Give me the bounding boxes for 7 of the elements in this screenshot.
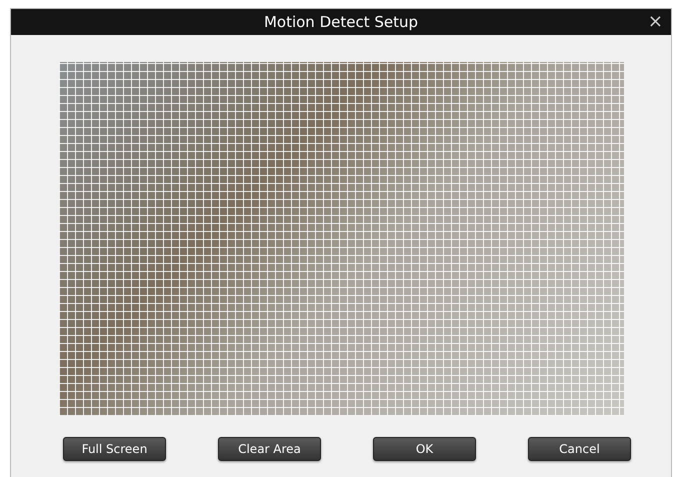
ok-button[interactable]: OK (373, 437, 476, 461)
close-button[interactable]: × (646, 12, 665, 32)
clear-area-button[interactable]: Clear Area (218, 437, 321, 461)
cancel-button[interactable]: Cancel (528, 437, 631, 461)
video-frame-with-motion-grid[interactable] (58, 62, 624, 416)
full-screen-button[interactable]: Full Screen (63, 437, 166, 461)
window-title: Motion Detect Setup (264, 13, 418, 31)
